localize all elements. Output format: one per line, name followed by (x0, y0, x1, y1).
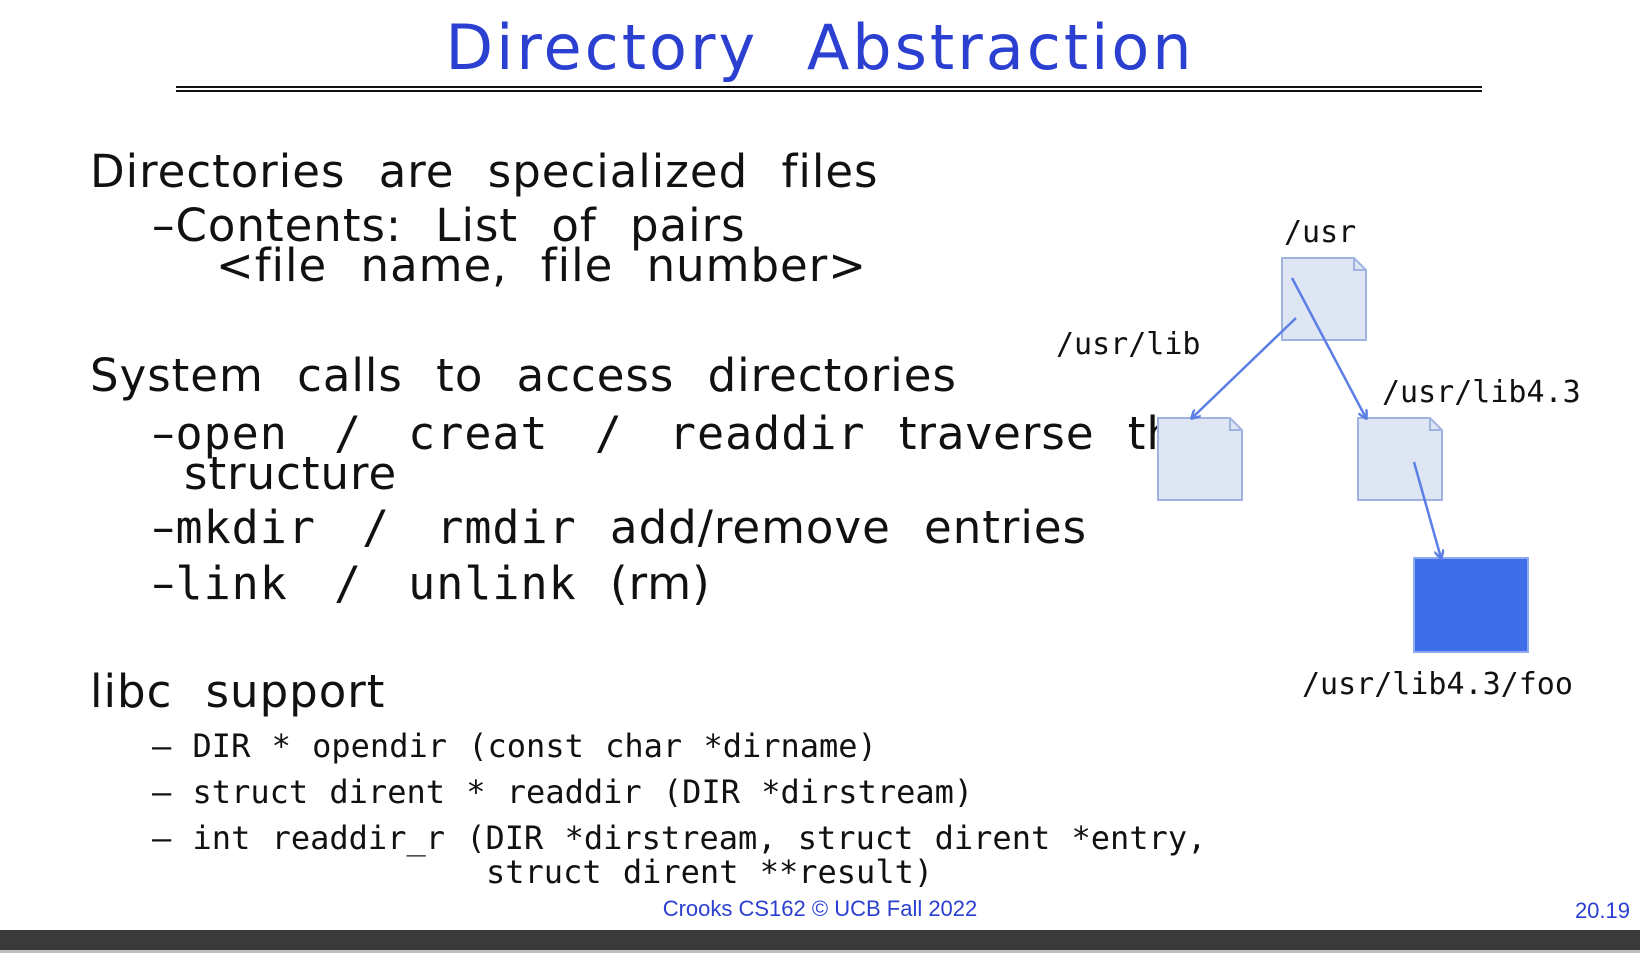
slide-number: 20.19 (1574, 898, 1630, 923)
arrow-usr-to-lib (1192, 317, 1297, 418)
label-usr: /usr (1284, 215, 1357, 250)
footer-course: Crooks CS162 © UCB Fall 2022 (662, 896, 978, 921)
bottom-bar (0, 930, 1640, 953)
label-usr-lib43: /usr/lib4.3 (1382, 375, 1581, 410)
label-foo: /usr/lib4.3/foo (1302, 667, 1573, 702)
label-usr-lib: /usr/lib (1056, 327, 1201, 362)
directory-tree-diagram (1157, 257, 1529, 653)
file-icon-foo (1413, 557, 1529, 653)
